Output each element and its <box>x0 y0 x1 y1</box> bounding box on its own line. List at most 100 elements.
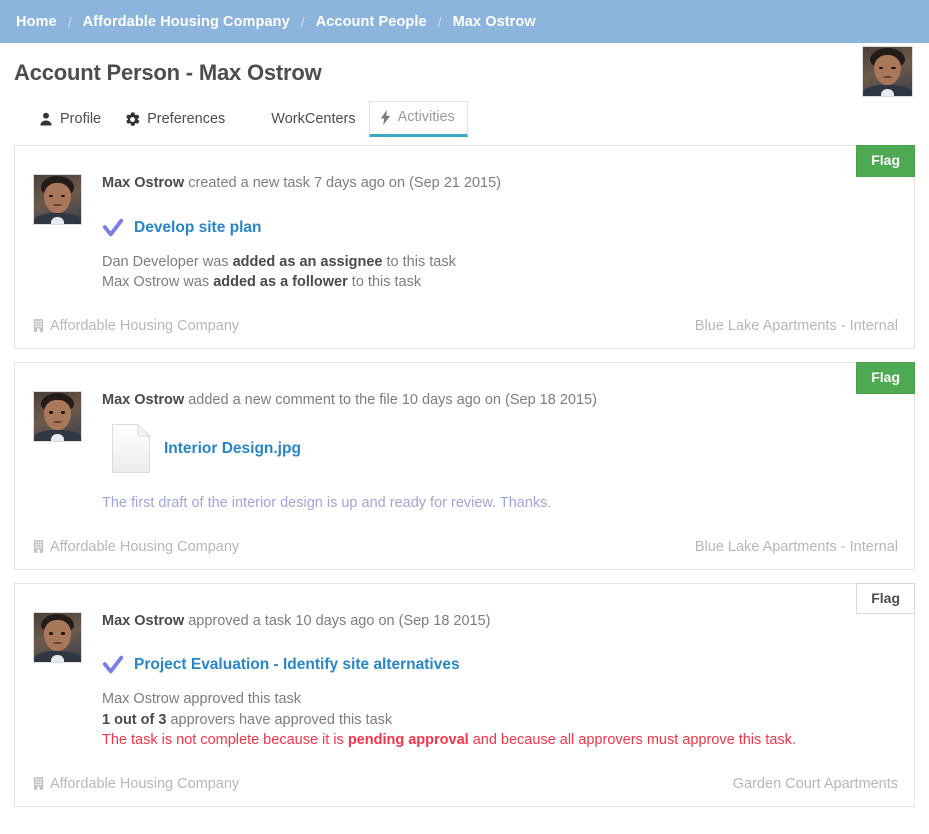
tab-label: Activities <box>397 109 455 125</box>
breadcrumb-separator: / <box>437 13 442 30</box>
check-icon <box>102 218 124 236</box>
breadcrumb-item-account-people[interactable]: Account People <box>316 14 427 30</box>
footer-workspace[interactable]: Blue Lake Apartments - Internal <box>678 539 898 555</box>
detail-pre: Max Ostrow approved this task <box>102 691 302 708</box>
detail-strong: pending approval <box>347 732 469 749</box>
tab-label: Profile <box>60 111 102 127</box>
activity-footer: Affordable Housing Company Garden Court … <box>15 761 914 806</box>
avatar-portrait <box>34 612 81 662</box>
avatar-portrait <box>34 391 81 441</box>
flag-button[interactable]: Flag <box>856 145 915 177</box>
tab-activities[interactable]: Activities <box>368 101 468 137</box>
flag-button[interactable]: Flag <box>856 361 915 394</box>
activity-file-link[interactable]: Interior Design.jpg <box>164 440 301 458</box>
detail-post: to this task <box>382 253 456 270</box>
activity-content: Max Ostrow added a new comment to the fi… <box>82 391 898 514</box>
footer-workspace-label: Blue Lake Apartments - Internal <box>694 317 898 334</box>
flag-button[interactable]: Flag <box>856 582 915 615</box>
detail-strong: 1 out of 3 <box>102 711 167 728</box>
tab-bar: Profile Preferences WorkCenters Activiti… <box>14 86 913 137</box>
activity-meta: Max Ostrow added a new comment to the fi… <box>102 391 898 411</box>
footer-workspace-label: Garden Court Apartments <box>732 775 898 792</box>
activity-content: Max Ostrow approved a task 10 days ago o… <box>82 612 898 751</box>
footer-company-label: Affordable Housing Company <box>50 775 240 792</box>
detail-pre: The task is not complete because it is <box>102 732 348 749</box>
footer-company[interactable]: Affordable Housing Company <box>33 539 239 555</box>
building-icon <box>33 540 44 553</box>
activity-card: Flag Max Ostrow added a new comment to t… <box>14 361 915 570</box>
activity-card: Flag Max Ostrow approved a task 10 days … <box>14 582 915 807</box>
activity-meta: Max Ostrow approved a task 10 days ago o… <box>102 612 898 632</box>
activity-actor[interactable]: Max Ostrow <box>102 175 184 191</box>
activity-subject-link[interactable]: Project Evaluation - Identify site alter… <box>134 656 460 674</box>
detail-pre: Dan Developer was <box>102 253 233 270</box>
page-title: Account Person - Max Ostrow <box>14 60 322 85</box>
tab-workcenters[interactable]: WorkCenters <box>238 103 368 137</box>
activity-detail-line: Dan Developer was added as an assignee t… <box>102 252 898 273</box>
detail-post: and because all approvers must approve t… <box>468 732 796 749</box>
activity-body: Max Ostrow created a new task 7 days ago… <box>15 146 914 293</box>
activity-footer: Affordable Housing Company Blue Lake Apa… <box>15 303 914 348</box>
breadcrumb-separator: / <box>300 13 305 30</box>
activity-card: Flag Max Ostrow created a new task 7 day… <box>14 145 915 349</box>
activity-actor[interactable]: Max Ostrow <box>102 392 184 408</box>
building-icon <box>33 319 44 333</box>
avatar-portrait <box>863 47 912 96</box>
activity-action: added a new comment to the file 10 days … <box>184 391 597 408</box>
activity-subject-link[interactable]: Develop site plan <box>134 219 261 237</box>
avatar-portrait <box>34 175 81 224</box>
activity-body: Max Ostrow approved a task 10 days ago o… <box>15 584 914 751</box>
grid-icon <box>249 112 264 127</box>
avatar[interactable] <box>33 390 82 442</box>
breadcrumb-item-home[interactable]: Home <box>16 14 57 30</box>
avatar[interactable] <box>862 46 913 97</box>
activity-subject-row: Develop site plan <box>102 217 898 239</box>
grid-icon <box>716 778 727 789</box>
footer-company[interactable]: Affordable Housing Company <box>33 776 239 792</box>
footer-company-label: Affordable Housing Company <box>50 538 240 555</box>
activity-detail-line: 1 out of 3 approvers have approved this … <box>102 710 898 731</box>
lightning-icon <box>380 109 391 125</box>
detail-post: to this task <box>347 274 422 291</box>
breadcrumb-separator: / <box>67 13 72 30</box>
building-icon <box>33 777 44 791</box>
detail-strong: added as an assignee <box>232 253 383 270</box>
detail-strong: added as a follower <box>213 274 348 291</box>
activity-detail-line-warning: The task is not complete because it is p… <box>102 730 898 751</box>
user-icon <box>39 112 53 126</box>
grid-icon <box>678 320 689 331</box>
detail-pre: Max Ostrow was <box>102 274 214 291</box>
detail-post: approvers have approved this task <box>166 711 393 728</box>
activity-body: Max Ostrow added a new comment to the fi… <box>15 363 914 514</box>
activity-actor[interactable]: Max Ostrow <box>102 613 184 629</box>
activity-subject-row: Project Evaluation - Identify site alter… <box>102 654 898 676</box>
page-header: Account Person - Max Ostrow Profile Pref… <box>0 43 929 137</box>
tab-preferences[interactable]: Preferences <box>114 103 238 137</box>
activity-action: created a new task 7 days ago on (Sep 21… <box>184 175 501 191</box>
breadcrumb-item-max-ostrow[interactable]: Max Ostrow <box>453 14 536 30</box>
activity-action: approved a task 10 days ago on (Sep 18 2… <box>184 612 491 629</box>
activity-comment: The first draft of the interior design i… <box>102 495 552 512</box>
footer-company[interactable]: Affordable Housing Company <box>33 318 239 334</box>
activity-details: Dan Developer was added as an assignee t… <box>102 252 898 293</box>
activity-meta: Max Ostrow created a new task 7 days ago… <box>102 174 898 194</box>
tab-profile[interactable]: Profile <box>28 103 114 137</box>
breadcrumb: Home / Affordable Housing Company / Acco… <box>0 0 929 43</box>
gear-icon <box>125 111 140 127</box>
avatar[interactable] <box>33 611 82 663</box>
activity-detail-line: Max Ostrow was added as a follower to th… <box>102 272 898 293</box>
footer-workspace-label: Blue Lake Apartments - Internal <box>694 538 898 555</box>
breadcrumb-item-affordable-housing-company[interactable]: Affordable Housing Company <box>83 14 290 30</box>
activity-details: Max Ostrow approved this task 1 out of 3… <box>102 689 898 751</box>
footer-workspace[interactable]: Garden Court Apartments <box>716 776 898 792</box>
activity-detail-line: Max Ostrow approved this task <box>102 689 898 710</box>
tab-label: Preferences <box>147 111 226 127</box>
footer-workspace[interactable]: Blue Lake Apartments - Internal <box>678 318 898 334</box>
file-icon <box>112 424 151 474</box>
grid-icon <box>678 541 689 552</box>
avatar[interactable] <box>33 174 82 225</box>
activity-list: Flag Max Ostrow created a new task 7 day… <box>0 136 929 807</box>
activity-file-row: Interior Design.jpg <box>112 424 898 474</box>
tab-label: WorkCenters <box>271 111 356 127</box>
activity-content: Max Ostrow created a new task 7 days ago… <box>82 174 898 293</box>
